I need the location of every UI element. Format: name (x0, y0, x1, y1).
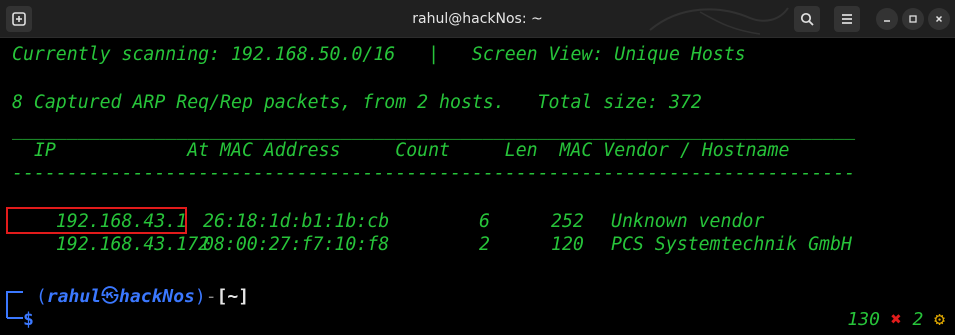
host-count: 2 (479, 234, 490, 255)
highlight-box (6, 207, 187, 234)
prompt-bracket-icon (6, 291, 23, 319)
prompt-directory: [~] (216, 286, 250, 307)
prompt-close-paren: ) (194, 286, 206, 307)
host-len: 120 (551, 234, 584, 255)
host-count: 6 (479, 211, 490, 232)
prompt-user: rahul (46, 286, 102, 307)
maximize-icon (909, 15, 917, 23)
prompt-status: 130 ✖ 2 ⚙ (847, 308, 945, 332)
shell-prompt: (rahul㉿hackNos)-[~] (36, 285, 249, 309)
host-mac: 08:00:27:f7:10:f8 (203, 234, 390, 255)
exit-code: 130 (847, 309, 880, 330)
host-vendor: PCS Systemtechnik GmbH (611, 234, 852, 255)
window-titlebar: rahul@hackNos: ~ (0, 0, 955, 38)
jobs-count: 2 (912, 309, 924, 330)
error-x-icon: ✖ (890, 309, 902, 330)
close-icon (935, 15, 943, 23)
prompt-host: hackNos (119, 286, 195, 307)
host-ip: 192.168.43.172 (55, 234, 210, 255)
prompt-dash: - (205, 286, 217, 307)
host-mac: 26:18:1d:b1:1b:cb (203, 211, 390, 232)
hamburger-menu-icon (842, 14, 852, 24)
prompt-dollar: $ (23, 309, 34, 330)
prompt-separator-icon: ㉿ (101, 286, 120, 307)
maximize-button[interactable] (902, 8, 924, 30)
gear-icon: ⚙ (934, 309, 945, 330)
scan-status-line: Currently scanning: 192.168.50.0/16 | Sc… (12, 44, 746, 65)
search-button[interactable] (794, 6, 820, 32)
terminal-output[interactable]: Currently scanning: 192.168.50.0/16 | Sc… (0, 38, 955, 335)
search-icon (800, 12, 814, 26)
scrollbar[interactable] (949, 38, 955, 335)
close-button[interactable] (928, 8, 950, 30)
minimize-button[interactable] (876, 8, 898, 30)
table-header: IP At MAC Address Count Len MAC Vendor /… (12, 140, 790, 161)
captured-packets-line: 8 Captured ARP Req/Rep packets, from 2 h… (12, 92, 702, 113)
separator-bottom: ----------------------------------------… (12, 163, 856, 184)
menu-button[interactable] (834, 6, 860, 32)
minimize-icon (884, 20, 890, 22)
host-vendor: Unknown vendor (611, 211, 765, 232)
host-len: 252 (551, 211, 584, 232)
prompt-open-paren: ( (36, 286, 47, 307)
